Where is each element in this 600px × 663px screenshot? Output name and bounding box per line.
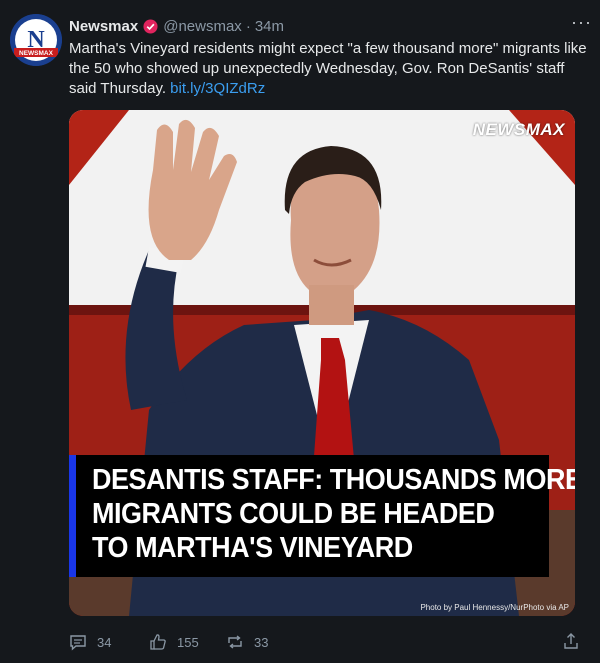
headline-line: DESANTIS STAFF: THOUSANDS MORE <box>92 464 575 496</box>
like-count: 155 <box>177 634 199 650</box>
comment-icon <box>70 635 86 651</box>
tweet-header: Newsmax @newsmax · 34m <box>69 16 588 36</box>
more-options-icon[interactable]: ··· <box>571 12 592 33</box>
retweet-count: 33 <box>254 634 269 650</box>
share-icon <box>564 633 578 649</box>
headline-line: MIGRANTS COULD BE HEADED <box>92 498 495 530</box>
reply-count: 34 <box>97 634 112 650</box>
tweet-text: Martha's Vineyard residents might expect… <box>69 39 589 99</box>
tweet-timestamp[interactable]: 34m <box>255 18 284 35</box>
retweet-button[interactable]: 33 <box>226 633 268 651</box>
action-bar: 34 155 33 <box>69 628 580 656</box>
share-button[interactable] <box>562 632 580 653</box>
retweet-icon <box>228 635 242 649</box>
verified-badge-icon <box>143 18 158 34</box>
separator-dot: · <box>245 17 251 35</box>
newsmax-logo-icon: N NEWSMAX <box>10 14 62 66</box>
tweet-card[interactable]: N NEWSMAX Newsmax @newsmax · 34m ··· Mar… <box>0 0 600 663</box>
tweet-body: Martha's Vineyard residents might expect… <box>69 40 587 97</box>
author-name[interactable]: Newsmax <box>69 18 138 35</box>
headline-line: TO MARTHA'S VINEYARD <box>92 532 413 564</box>
thumbs-up-icon <box>150 634 166 650</box>
avatar-label: NEWSMAX <box>19 50 54 57</box>
headline-banner: DESANTIS STAFF: THOUSANDS MORE MIGRANTS … <box>69 455 575 577</box>
newsmax-watermark: NEWSMAX <box>472 120 565 139</box>
photo-credit: Photo by Paul Hennessy/NurPhoto via AP <box>420 603 569 612</box>
tweet-link[interactable]: bit.ly/3QIZdRz <box>170 80 265 97</box>
author-handle[interactable]: @newsmax <box>163 18 242 35</box>
tweet-image[interactable]: NEWSMAX DESANTIS STAFF: THOUSANDS MORE M… <box>69 110 575 616</box>
avatar[interactable]: N NEWSMAX <box>10 14 62 66</box>
reply-button[interactable]: 34 <box>69 633 149 651</box>
like-button[interactable]: 155 <box>149 633 226 651</box>
